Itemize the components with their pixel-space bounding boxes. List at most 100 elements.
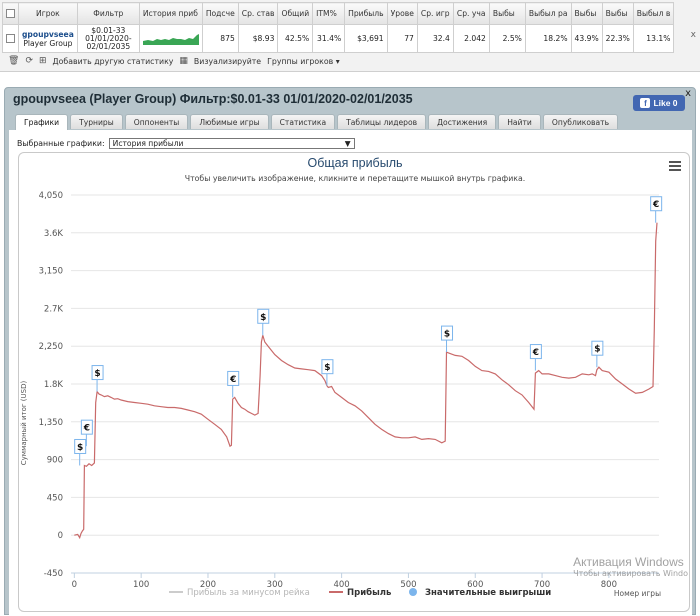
tab-favorite-games[interactable]: Любимые игры — [190, 114, 269, 129]
chevron-down-icon: ▼ — [344, 139, 351, 148]
total-cell: 42.5% — [277, 24, 314, 53]
row-checkbox-cell[interactable] — [2, 24, 19, 53]
tab-graphs[interactable]: Графики — [15, 114, 69, 130]
chevron-down-icon: ▾ — [335, 56, 340, 66]
tab-tournaments[interactable]: Турниры — [70, 114, 123, 129]
player-name-link[interactable]: gpoupvseea — [22, 30, 74, 39]
col-header-total[interactable]: Общий — [277, 2, 314, 25]
row-checkbox[interactable] — [6, 34, 15, 44]
col-header-avg-game[interactable]: Ср. игр — [416, 2, 454, 25]
graph-select-value: История прибыли — [112, 139, 184, 148]
panel-title: gpoupvseea (Player Group) Фильтр:$0.01-3… — [13, 92, 413, 106]
significant-win-flag: $ — [91, 365, 104, 392]
player-groups-label: Группы игроков — [267, 56, 334, 66]
filter-cell: $0.01-33 01/01/2020- 02/01/2035 — [76, 24, 140, 53]
add-stats-link[interactable]: Добавить другую статистику — [53, 57, 174, 66]
trash-icon[interactable]: 🗑 — [8, 56, 19, 66]
select-all-header[interactable] — [2, 2, 19, 25]
filter-line-3: 02/01/2035 — [86, 41, 131, 51]
refresh-icon[interactable]: ⟳ — [25, 56, 33, 66]
flag-label: € — [652, 200, 659, 210]
col-header-profit-history[interactable]: История приб — [138, 2, 203, 25]
flag-label: $ — [594, 345, 600, 355]
col-header-count[interactable]: Подсче — [201, 2, 239, 25]
player-groups-dropdown[interactable]: Группы игроков ▾ — [267, 57, 340, 66]
significant-win-flag: € — [227, 370, 240, 398]
chart-legend: Прибыль за минусом рейка Прибыль Значитель… — [169, 587, 551, 598]
flag-label: $ — [260, 313, 266, 323]
y-tick-label: 4,050 — [39, 191, 63, 201]
flag-label: $ — [94, 369, 100, 379]
facebook-like-button[interactable]: f Like 0 — [633, 95, 685, 111]
player-cell[interactable]: gpoupvseea Player Group — [18, 24, 78, 53]
legend-swatch — [409, 588, 417, 596]
legend-label: Значительные выигрыши — [425, 588, 551, 598]
profit-cell: $3,691 — [344, 24, 388, 53]
y-tick-label: 2,250 — [39, 342, 63, 352]
flag-label: € — [532, 348, 539, 358]
col-header-out5[interactable]: Выбыл в — [632, 2, 675, 25]
remove-row-icon[interactable]: x — [691, 30, 696, 40]
watermark-line-2: Чтобы активировать Windo — [573, 569, 688, 578]
menu-icon[interactable] — [669, 161, 681, 171]
watermark-line-1: Активация Windows — [573, 555, 684, 569]
select-all-checkbox[interactable] — [6, 9, 15, 19]
chart-icon[interactable]: ▦ — [179, 56, 188, 66]
graph-select[interactable]: История прибыли ▼ — [108, 138, 355, 149]
tab-leaderboards[interactable]: Таблицы лидеров — [337, 114, 427, 129]
add-stats-icon[interactable]: ⊞ — [39, 56, 47, 66]
itm-cell: 31.4% — [312, 24, 346, 53]
stats-toolbar: 🗑 ⟳ ⊞ Добавить другую статистику ▦ Визуа… — [8, 54, 340, 68]
flag-label: $ — [444, 330, 450, 340]
legend-item: Прибыль за минусом рейка — [169, 588, 310, 598]
profit-series-line — [74, 222, 658, 540]
significant-win-flag: $ — [257, 308, 270, 336]
col-header-avg-part[interactable]: Ср. уча — [452, 2, 490, 25]
col-header-profit[interactable]: Прибыль — [344, 2, 388, 25]
col-header-out4[interactable]: Выбы — [601, 2, 634, 25]
profit-sparkline[interactable] — [142, 33, 199, 45]
graph-select-label: Выбранные графики: — [17, 139, 105, 148]
legend-label: Прибыль — [347, 587, 391, 598]
legend-label: Прибыль за минусом рейка — [187, 588, 310, 598]
tab-find[interactable]: Найти — [498, 114, 541, 129]
avg-stake-cell: $8.93 — [237, 24, 279, 53]
table-row[interactable]: gpoupvseea Player Group $0.01-33 01/01/2… — [2, 24, 675, 53]
flag-label: $ — [324, 363, 330, 373]
profit-chart[interactable]: Общая прибыль Чтобы увеличить изображени… — [19, 153, 691, 613]
flag-label: € — [229, 375, 236, 385]
like-label: Like 0 — [653, 98, 678, 108]
x-tick-label: 0 — [72, 580, 77, 590]
significant-win-flag: $ — [441, 325, 454, 353]
player-panel: x gpoupvseea (Player Group) Фильтр:$0.01… — [4, 87, 696, 616]
col-header-itm[interactable]: ITM% — [312, 2, 346, 25]
out3-cell: 43.9% — [570, 24, 603, 53]
col-header-filter[interactable]: Фильтр — [76, 2, 140, 25]
tab-publish[interactable]: Опубликовать — [542, 114, 619, 129]
player-group-label: Player Group — [23, 38, 73, 48]
col-header-player[interactable]: Игрок — [18, 2, 78, 25]
tab-achievements[interactable]: Достижения — [428, 114, 497, 129]
col-header-avg-stake[interactable]: Ср. став — [237, 2, 279, 25]
significant-win-flag: $ — [74, 438, 87, 466]
flag-label: $ — [77, 443, 83, 453]
out5-cell: 13.1% — [632, 24, 675, 53]
col-header-out2[interactable]: Выбыл ра — [524, 2, 572, 25]
col-header-level[interactable]: Урове — [386, 2, 418, 25]
flag-label: € — [83, 424, 90, 434]
col-header-out3[interactable]: Выбы — [570, 2, 603, 25]
tab-opponents[interactable]: Оппоненты — [124, 114, 189, 129]
tab-statistics[interactable]: Статистика — [270, 114, 336, 129]
col-header-out1[interactable]: Выбы — [488, 2, 526, 25]
avg-game-cell: 32.4 — [416, 24, 454, 53]
visualize-link[interactable]: Визуализируйте — [194, 57, 261, 66]
close-icon[interactable]: x — [685, 88, 691, 99]
significant-win-flag: $ — [321, 359, 334, 386]
y-tick-label: 900 — [47, 456, 63, 466]
y-tick-label: 0 — [58, 531, 63, 541]
level-cell: 77 — [386, 24, 418, 53]
profit-history-cell[interactable] — [138, 24, 203, 53]
y-tick-label: 3,150 — [39, 267, 63, 277]
chart-container[interactable]: Общая прибыль Чтобы увеличить изображени… — [18, 152, 690, 612]
count-cell: 875 — [201, 24, 239, 53]
